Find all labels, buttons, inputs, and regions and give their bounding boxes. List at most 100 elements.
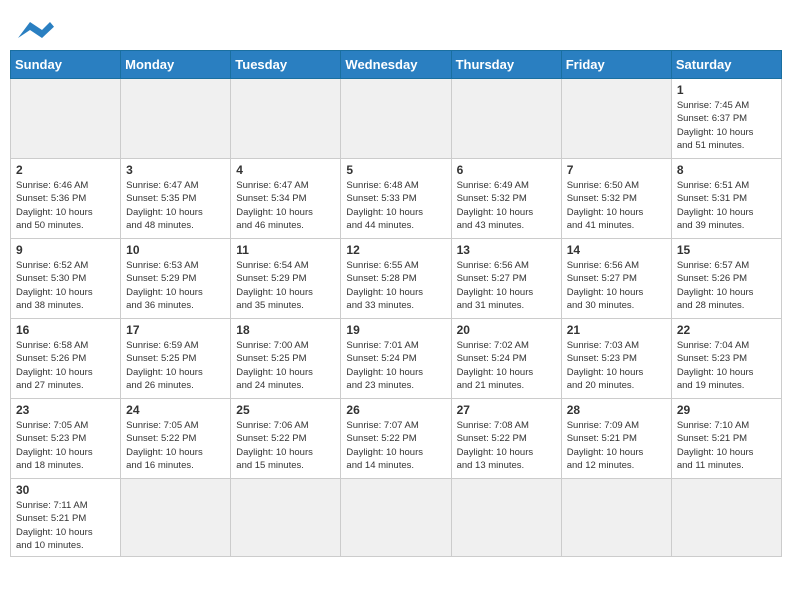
day-info: Sunrise: 7:11 AM Sunset: 5:21 PM Dayligh…	[16, 499, 115, 552]
day-info: Sunrise: 7:05 AM Sunset: 5:23 PM Dayligh…	[16, 419, 115, 472]
calendar-cell: 7 Sunrise: 6:50 AM Sunset: 5:32 PM Daylig…	[561, 159, 671, 239]
day-info: Sunrise: 6:51 AM Sunset: 5:31 PM Dayligh…	[677, 179, 776, 232]
day-number: 24	[126, 403, 225, 417]
week-row-3: 9Sunrise: 6:52 AM Sunset: 5:30 PM Daylig…	[11, 239, 782, 319]
calendar-cell	[121, 479, 231, 557]
calendar-cell: 23 Sunrise: 7:05 AM Sunset: 5:23 PM Dayli…	[11, 399, 121, 479]
day-info: Sunrise: 7:10 AM Sunset: 5:21 PM Dayligh…	[677, 419, 776, 472]
day-number: 11	[236, 243, 335, 257]
day-info: Sunrise: 7:03 AM Sunset: 5:23 PM Dayligh…	[567, 339, 666, 392]
day-number: 7	[567, 163, 666, 177]
calendar-cell: 2 Sunrise: 6:46 AM Sunset: 5:36 PM Daylig…	[11, 159, 121, 239]
calendar-cell: 29 Sunrise: 7:10 AM Sunset: 5:21 PM Dayli…	[671, 399, 781, 479]
day-info: Sunrise: 6:58 AM Sunset: 5:26 PM Dayligh…	[16, 339, 115, 392]
calendar-cell: 15 Sunrise: 6:57 AM Sunset: 5:26 PM Dayli…	[671, 239, 781, 319]
calendar-cell: 19 Sunrise: 7:01 AM Sunset: 5:24 PM Dayli…	[341, 319, 451, 399]
calendar-cell: 4Sunrise: 6:47 AM Sunset: 5:34 PM Daylig…	[231, 159, 341, 239]
day-number: 5	[346, 163, 445, 177]
day-info: Sunrise: 7:01 AM Sunset: 5:24 PM Dayligh…	[346, 339, 445, 392]
day-info: Sunrise: 6:46 AM Sunset: 5:36 PM Dayligh…	[16, 179, 115, 232]
day-info: Sunrise: 7:09 AM Sunset: 5:21 PM Dayligh…	[567, 419, 666, 472]
calendar-cell: 12 Sunrise: 6:55 AM Sunset: 5:28 PM Dayli…	[341, 239, 451, 319]
day-info: Sunrise: 7:05 AM Sunset: 5:22 PM Dayligh…	[126, 419, 225, 472]
day-number: 19	[346, 323, 445, 337]
calendar-cell: 13 Sunrise: 6:56 AM Sunset: 5:27 PM Dayli…	[451, 239, 561, 319]
day-number: 23	[16, 403, 115, 417]
day-number: 18	[236, 323, 335, 337]
calendar-cell: 5 Sunrise: 6:48 AM Sunset: 5:33 PM Daylig…	[341, 159, 451, 239]
day-info: Sunrise: 7:00 AM Sunset: 5:25 PM Dayligh…	[236, 339, 335, 392]
day-info: Sunrise: 6:55 AM Sunset: 5:28 PM Dayligh…	[346, 259, 445, 312]
calendar-cell: 17 Sunrise: 6:59 AM Sunset: 5:25 PM Dayli…	[121, 319, 231, 399]
day-info: Sunrise: 6:57 AM Sunset: 5:26 PM Dayligh…	[677, 259, 776, 312]
calendar-cell: 14Sunrise: 6:56 AM Sunset: 5:27 PM Dayli…	[561, 239, 671, 319]
calendar-cell: 25Sunrise: 7:06 AM Sunset: 5:22 PM Dayli…	[231, 399, 341, 479]
calendar-cell: 10Sunrise: 6:53 AM Sunset: 5:29 PM Dayli…	[121, 239, 231, 319]
calendar-cell	[451, 479, 561, 557]
day-number: 30	[16, 483, 115, 497]
day-number: 8	[677, 163, 776, 177]
weekday-header-tuesday: Tuesday	[231, 51, 341, 79]
weekday-header-wednesday: Wednesday	[341, 51, 451, 79]
day-info: Sunrise: 6:56 AM Sunset: 5:27 PM Dayligh…	[457, 259, 556, 312]
day-number: 10	[126, 243, 225, 257]
day-number: 2	[16, 163, 115, 177]
day-number: 1	[677, 83, 776, 97]
day-info: Sunrise: 7:45 AM Sunset: 6:37 PM Dayligh…	[677, 99, 776, 152]
day-info: Sunrise: 6:59 AM Sunset: 5:25 PM Dayligh…	[126, 339, 225, 392]
day-number: 29	[677, 403, 776, 417]
calendar-cell: 20 Sunrise: 7:02 AM Sunset: 5:24 PM Dayli…	[451, 319, 561, 399]
calendar-cell	[671, 479, 781, 557]
day-number: 17	[126, 323, 225, 337]
day-number: 15	[677, 243, 776, 257]
calendar-cell: 24 Sunrise: 7:05 AM Sunset: 5:22 PM Dayli…	[121, 399, 231, 479]
day-info: Sunrise: 7:07 AM Sunset: 5:22 PM Dayligh…	[346, 419, 445, 472]
day-info: Sunrise: 7:02 AM Sunset: 5:24 PM Dayligh…	[457, 339, 556, 392]
day-number: 20	[457, 323, 556, 337]
day-number: 16	[16, 323, 115, 337]
day-number: 3	[126, 163, 225, 177]
weekday-header-monday: Monday	[121, 51, 231, 79]
week-row-5: 23 Sunrise: 7:05 AM Sunset: 5:23 PM Dayli…	[11, 399, 782, 479]
calendar-cell	[231, 479, 341, 557]
calendar-cell: 11Sunrise: 6:54 AM Sunset: 5:29 PM Dayli…	[231, 239, 341, 319]
weekday-header-friday: Friday	[561, 51, 671, 79]
day-info: Sunrise: 6:49 AM Sunset: 5:32 PM Dayligh…	[457, 179, 556, 232]
calendar-cell: 28 Sunrise: 7:09 AM Sunset: 5:21 PM Dayli…	[561, 399, 671, 479]
calendar-cell: 3Sunrise: 6:47 AM Sunset: 5:35 PM Daylig…	[121, 159, 231, 239]
weekday-header-saturday: Saturday	[671, 51, 781, 79]
day-number: 6	[457, 163, 556, 177]
header	[10, 10, 782, 42]
calendar-cell	[561, 479, 671, 557]
day-info: Sunrise: 7:08 AM Sunset: 5:22 PM Dayligh…	[457, 419, 556, 472]
weekday-header-thursday: Thursday	[451, 51, 561, 79]
calendar-cell: 16 Sunrise: 6:58 AM Sunset: 5:26 PM Dayli…	[11, 319, 121, 399]
calendar-cell	[341, 79, 451, 159]
day-number: 12	[346, 243, 445, 257]
calendar-cell	[231, 79, 341, 159]
calendar-cell: 30 Sunrise: 7:11 AM Sunset: 5:21 PM Dayli…	[11, 479, 121, 557]
day-number: 28	[567, 403, 666, 417]
calendar: SundayMondayTuesdayWednesdayThursdayFrid…	[10, 50, 782, 557]
logo	[14, 10, 54, 42]
day-number: 13	[457, 243, 556, 257]
weekday-header-sunday: Sunday	[11, 51, 121, 79]
calendar-cell	[121, 79, 231, 159]
day-info: Sunrise: 7:06 AM Sunset: 5:22 PM Dayligh…	[236, 419, 335, 472]
week-row-1: 1 Sunrise: 7:45 AM Sunset: 6:37 PM Daylig…	[11, 79, 782, 159]
calendar-cell: 6 Sunrise: 6:49 AM Sunset: 5:32 PM Daylig…	[451, 159, 561, 239]
calendar-cell	[561, 79, 671, 159]
day-info: Sunrise: 6:48 AM Sunset: 5:33 PM Dayligh…	[346, 179, 445, 232]
day-number: 4	[236, 163, 335, 177]
day-number: 26	[346, 403, 445, 417]
day-info: Sunrise: 6:52 AM Sunset: 5:30 PM Dayligh…	[16, 259, 115, 312]
calendar-cell: 26 Sunrise: 7:07 AM Sunset: 5:22 PM Dayli…	[341, 399, 451, 479]
calendar-cell	[11, 79, 121, 159]
calendar-cell: 27Sunrise: 7:08 AM Sunset: 5:22 PM Dayli…	[451, 399, 561, 479]
calendar-cell: 9Sunrise: 6:52 AM Sunset: 5:30 PM Daylig…	[11, 239, 121, 319]
day-number: 22	[677, 323, 776, 337]
day-number: 21	[567, 323, 666, 337]
calendar-cell: 18 Sunrise: 7:00 AM Sunset: 5:25 PM Dayli…	[231, 319, 341, 399]
day-info: Sunrise: 6:50 AM Sunset: 5:32 PM Dayligh…	[567, 179, 666, 232]
calendar-cell: 8 Sunrise: 6:51 AM Sunset: 5:31 PM Daylig…	[671, 159, 781, 239]
